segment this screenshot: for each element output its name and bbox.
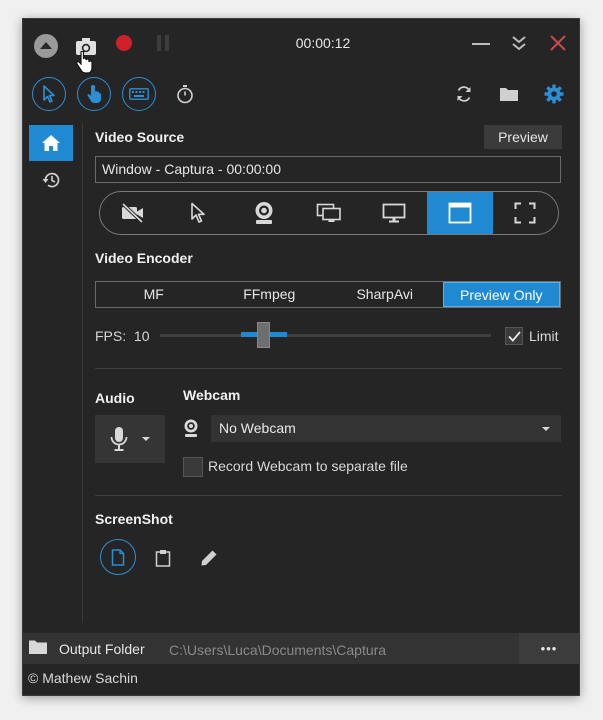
source-window[interactable]: [427, 192, 493, 234]
include-cursor-toggle[interactable]: [32, 77, 66, 111]
stopwatch-icon: [177, 85, 193, 104]
webcam-separate-file-checkbox[interactable]: [183, 457, 203, 477]
collapse-up-icon: [34, 34, 58, 58]
close-icon: [550, 35, 566, 51]
webcam-title: Webcam: [183, 387, 241, 403]
encoder-ffmpeg[interactable]: FFmpeg: [212, 282, 328, 307]
cursor-icon: [191, 202, 205, 223]
fps-value: 10: [133, 328, 150, 344]
source-region[interactable]: [165, 192, 230, 234]
home-icon: [42, 135, 60, 151]
divider-2: [95, 495, 562, 496]
fps-limit-checkbox[interactable]: [505, 327, 523, 345]
webcam-icon: [183, 419, 199, 443]
fps-slider-thumb[interactable]: [257, 322, 270, 348]
fps-label: FPS: 10: [95, 328, 149, 344]
video-off-icon: [121, 203, 143, 223]
video-encoder-selector: MF FFmpeg SharpAvi Preview Only: [95, 281, 561, 308]
divider-1: [95, 368, 562, 369]
checkmark-icon: [507, 330, 521, 342]
source-no-video[interactable]: [100, 192, 165, 234]
gear-icon: [544, 84, 564, 104]
screenshot-editor-button[interactable]: [197, 546, 221, 570]
microphone-icon: [110, 427, 128, 451]
history-icon: [42, 172, 60, 188]
include-clicks-toggle[interactable]: [77, 77, 111, 111]
hand-click-icon: [87, 85, 101, 103]
audio-title: Audio: [95, 390, 135, 406]
video-source-selector: [99, 191, 559, 235]
file-icon: [111, 548, 125, 566]
screenshot-title: ScreenShot: [95, 511, 173, 527]
timer-button[interactable]: [174, 83, 196, 105]
refresh-button[interactable]: [453, 83, 475, 105]
sidebar-history-tab[interactable]: [29, 163, 73, 197]
chevron-down-icon: [542, 427, 550, 431]
captura-window: 00:00:12 Video Source Preview Window - C…: [22, 18, 580, 696]
pause-button[interactable]: [153, 33, 173, 53]
video-source-title: Video Source: [95, 129, 185, 145]
chevron-down-icon: [142, 437, 150, 441]
fps-slider-track[interactable]: [160, 334, 491, 337]
folder-icon: [500, 88, 518, 101]
video-encoder-title: Video Encoder: [95, 250, 193, 266]
source-fullscreen[interactable]: [493, 192, 558, 234]
screenshot-to-clipboard-button[interactable]: [151, 546, 175, 570]
encoder-mf[interactable]: MF: [96, 282, 212, 307]
encoder-preview-only[interactable]: Preview Only: [442, 282, 560, 307]
close-button[interactable]: [546, 31, 570, 55]
collapse-button[interactable]: [33, 33, 59, 59]
fps-label-text: FPS:: [95, 328, 127, 344]
pencil-icon: [201, 550, 217, 566]
settings-button[interactable]: [542, 82, 566, 106]
include-keystrokes-toggle[interactable]: [122, 77, 156, 111]
source-webcam[interactable]: [231, 192, 296, 234]
minimize-to-tray-button[interactable]: [507, 31, 531, 55]
hand-cursor-icon: [75, 50, 93, 80]
audio-source-button[interactable]: [95, 415, 165, 463]
preview-button[interactable]: Preview: [484, 125, 562, 149]
webcam-selected: No Webcam: [219, 420, 296, 436]
double-chevron-down-icon: [512, 36, 526, 51]
output-folder-label[interactable]: Output Folder: [59, 641, 145, 657]
record-button[interactable]: [114, 33, 134, 53]
record-icon: [116, 35, 132, 51]
more-icon: •••: [540, 641, 558, 656]
video-source-display: Window - Captura - 00:00:00: [95, 156, 561, 183]
screenshot-to-file-button[interactable]: [100, 539, 136, 575]
clipboard-icon: [155, 550, 171, 567]
pause-icon: [157, 35, 169, 51]
encoder-sharpavi[interactable]: SharpAvi: [327, 282, 443, 307]
output-folder-icon: [28, 639, 48, 660]
multi-screen-icon: [316, 203, 341, 222]
output-folder-more-button[interactable]: •••: [519, 633, 579, 664]
open-folder-button[interactable]: [497, 83, 521, 105]
webcam-icon: [255, 202, 273, 224]
sidebar-divider: [82, 123, 83, 623]
minimize-icon: [472, 43, 490, 45]
monitor-icon: [382, 203, 406, 223]
copyright-text: © Mathew Sachin: [28, 670, 138, 686]
source-screen[interactable]: [362, 192, 427, 234]
sidebar-home-tab[interactable]: [29, 125, 73, 161]
window-icon: [448, 202, 472, 224]
fps-limit-label: Limit: [529, 328, 559, 344]
recording-timer: 00:00:12: [295, 35, 351, 51]
webcam-separate-file-label: Record Webcam to separate file: [208, 458, 408, 474]
output-folder-path[interactable]: C:\Users\Luca\Documents\Captura: [169, 642, 386, 658]
source-multiple-screens[interactable]: [296, 192, 361, 234]
fullscreen-icon: [514, 202, 536, 224]
minimize-button[interactable]: [469, 33, 493, 55]
webcam-dropdown[interactable]: No Webcam: [211, 415, 561, 442]
cursor-icon: [43, 85, 55, 103]
keyboard-icon: [129, 88, 149, 100]
refresh-icon: [457, 86, 471, 102]
